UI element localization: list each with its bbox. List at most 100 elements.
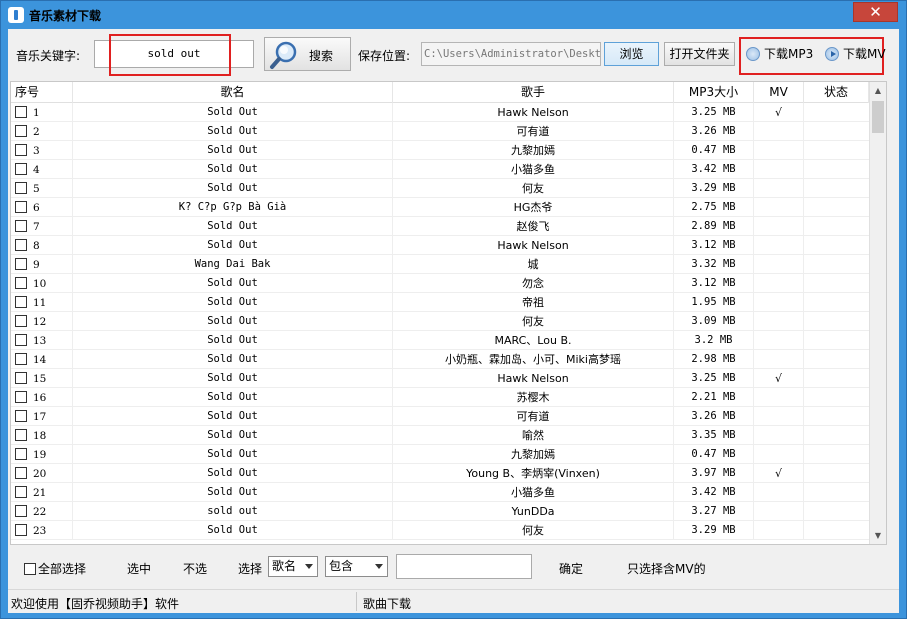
cell-artist: 赵俊飞 <box>393 217 674 236</box>
row-checkbox[interactable] <box>15 125 27 137</box>
scroll-down-icon[interactable]: ▼ <box>870 527 886 544</box>
status-bar: 欢迎使用【固乔视频助手】软件 歌曲下载 <box>8 589 899 613</box>
match-select[interactable]: 包含 <box>325 556 388 577</box>
row-checkbox[interactable] <box>15 524 27 536</box>
table-row[interactable]: 8 Sold Out Hawk Nelson 3.12 MB <box>11 236 886 255</box>
cell-mv <box>754 426 804 445</box>
table-row[interactable]: 3 Sold Out 九黎加嫣 0.47 MB <box>11 141 886 160</box>
row-checkbox[interactable] <box>15 429 27 441</box>
scroll-up-icon[interactable]: ▲ <box>870 82 886 99</box>
row-checkbox[interactable] <box>15 448 27 460</box>
download-mp3-button[interactable]: 下载MP3 <box>746 45 813 62</box>
cell-name: Sold Out <box>73 293 393 312</box>
table-row[interactable]: 14 Sold Out 小奶瓶、霖加岛、小可、Miki高梦瑶 2.98 MB <box>11 350 886 369</box>
search-button[interactable]: 搜索 <box>264 37 351 71</box>
row-checkbox[interactable] <box>15 315 27 327</box>
table-row[interactable]: 18 Sold Out 喻然 3.35 MB <box>11 426 886 445</box>
open-folder-button[interactable]: 打开文件夹 <box>664 42 735 66</box>
table-row[interactable]: 23 Sold Out 何友 3.29 MB <box>11 521 886 540</box>
table-row[interactable]: 22 sold out YunDDa 3.27 MB <box>11 502 886 521</box>
row-checkbox[interactable] <box>15 258 27 270</box>
row-checkbox[interactable] <box>15 505 27 517</box>
download-mv-button[interactable]: 下载MV <box>825 45 886 62</box>
cell-mv <box>754 274 804 293</box>
table-row[interactable]: 6 K? C?p G?p Bà Già HG杰爷 2.75 MB <box>11 198 886 217</box>
row-checkbox[interactable] <box>15 182 27 194</box>
row-checkbox[interactable] <box>15 372 27 384</box>
table-row[interactable]: 17 Sold Out 可有道 3.26 MB <box>11 407 886 426</box>
table-row[interactable]: 10 Sold Out 勿念 3.12 MB <box>11 274 886 293</box>
table-row[interactable]: 16 Sold Out 苏樱木 2.21 MB <box>11 388 886 407</box>
row-checkbox[interactable] <box>15 220 27 232</box>
table-row[interactable]: 12 Sold Out 何友 3.09 MB <box>11 312 886 331</box>
table-row[interactable]: 1 Sold Out Hawk Nelson 3.25 MB √ <box>11 103 886 122</box>
table-row[interactable]: 7 Sold Out 赵俊飞 2.89 MB <box>11 217 886 236</box>
app-icon <box>8 7 24 23</box>
play-icon <box>825 47 839 61</box>
confirm-button[interactable]: 确定 <box>559 560 583 577</box>
header-size[interactable]: MP3大小 <box>674 82 754 103</box>
row-checkbox[interactable] <box>15 486 27 498</box>
row-number-cell: 6 <box>11 198 73 217</box>
row-checkbox[interactable] <box>15 277 27 289</box>
app-window: 音乐素材下载 ✕ 音乐关键字: sold out 搜索 保存位置: C:\Use… <box>0 0 907 619</box>
header-no[interactable]: 序号 <box>11 82 73 103</box>
cell-artist: 喻然 <box>393 426 674 445</box>
cell-artist: 小猫多鱼 <box>393 160 674 179</box>
table-row[interactable]: 15 Sold Out Hawk Nelson 3.25 MB √ <box>11 369 886 388</box>
row-checkbox[interactable] <box>15 106 27 118</box>
row-checkbox[interactable] <box>15 391 27 403</box>
row-checkbox[interactable] <box>15 296 27 308</box>
table-row[interactable]: 4 Sold Out 小猫多鱼 3.42 MB <box>11 160 886 179</box>
table-row[interactable]: 13 Sold Out MARC、Lou B. 3.2 MB <box>11 331 886 350</box>
select-all-checkbox[interactable]: 全部选择 <box>24 560 86 577</box>
row-checkbox[interactable] <box>15 353 27 365</box>
cell-artist: Hawk Nelson <box>393 369 674 388</box>
row-number: 10 <box>33 278 47 290</box>
row-number: 12 <box>33 316 47 328</box>
table-row[interactable]: 9 Wang Dai Bak 城 3.32 MB <box>11 255 886 274</box>
row-checkbox[interactable] <box>15 410 27 422</box>
mv-only-button[interactable]: 只选择含MV的 <box>627 560 706 577</box>
deselect-button[interactable]: 不选 <box>183 560 207 577</box>
select-button[interactable]: 选中 <box>127 560 151 577</box>
cell-artist: 苏樱木 <box>393 388 674 407</box>
table-row[interactable]: 20 Sold Out Young B、李炳宰(Vinxen) 3.97 MB √ <box>11 464 886 483</box>
row-checkbox[interactable] <box>15 163 27 175</box>
cell-mv <box>754 217 804 236</box>
header-artist[interactable]: 歌手 <box>393 82 674 103</box>
row-checkbox[interactable] <box>15 467 27 479</box>
row-checkbox[interactable] <box>15 144 27 156</box>
table-row[interactable]: 19 Sold Out 九黎加嫣 0.47 MB <box>11 445 886 464</box>
scroll-thumb[interactable] <box>872 101 884 133</box>
table-row[interactable]: 2 Sold Out 可有道 3.26 MB <box>11 122 886 141</box>
row-checkbox[interactable] <box>15 201 27 213</box>
match-select-value: 包含 <box>329 559 354 573</box>
table-row[interactable]: 11 Sold Out 帝祖 1.95 MB <box>11 293 886 312</box>
row-checkbox[interactable] <box>15 334 27 346</box>
header-mv[interactable]: MV <box>754 82 804 103</box>
close-button[interactable]: ✕ <box>853 2 898 22</box>
row-number: 17 <box>33 411 47 423</box>
row-number: 4 <box>33 164 40 176</box>
vertical-scrollbar[interactable]: ▲ ▼ <box>869 82 886 544</box>
cell-name: Sold Out <box>73 312 393 331</box>
field-select[interactable]: 歌名 <box>268 556 318 577</box>
row-number: 22 <box>33 506 47 518</box>
save-path-field[interactable]: C:\Users\Administrator\Desktop <box>421 42 601 66</box>
cell-artist: 城 <box>393 255 674 274</box>
status-welcome: 欢迎使用【固乔视频助手】软件 <box>11 597 180 611</box>
row-number: 3 <box>33 145 40 157</box>
table-row[interactable]: 21 Sold Out 小猫多鱼 3.42 MB <box>11 483 886 502</box>
filter-text-input[interactable] <box>396 554 532 579</box>
cell-artist: 帝祖 <box>393 293 674 312</box>
cell-name: Sold Out <box>73 521 393 540</box>
row-checkbox[interactable] <box>15 239 27 251</box>
header-state[interactable]: 状态 <box>804 82 869 103</box>
download-mp3-label: 下载MP3 <box>764 47 814 61</box>
table-row[interactable]: 5 Sold Out 何友 3.29 MB <box>11 179 886 198</box>
header-name[interactable]: 歌名 <box>73 82 393 103</box>
cell-name: Wang Dai Bak <box>73 255 393 274</box>
browse-button[interactable]: 浏览 <box>604 42 659 66</box>
choose-label: 选择 <box>238 562 263 576</box>
